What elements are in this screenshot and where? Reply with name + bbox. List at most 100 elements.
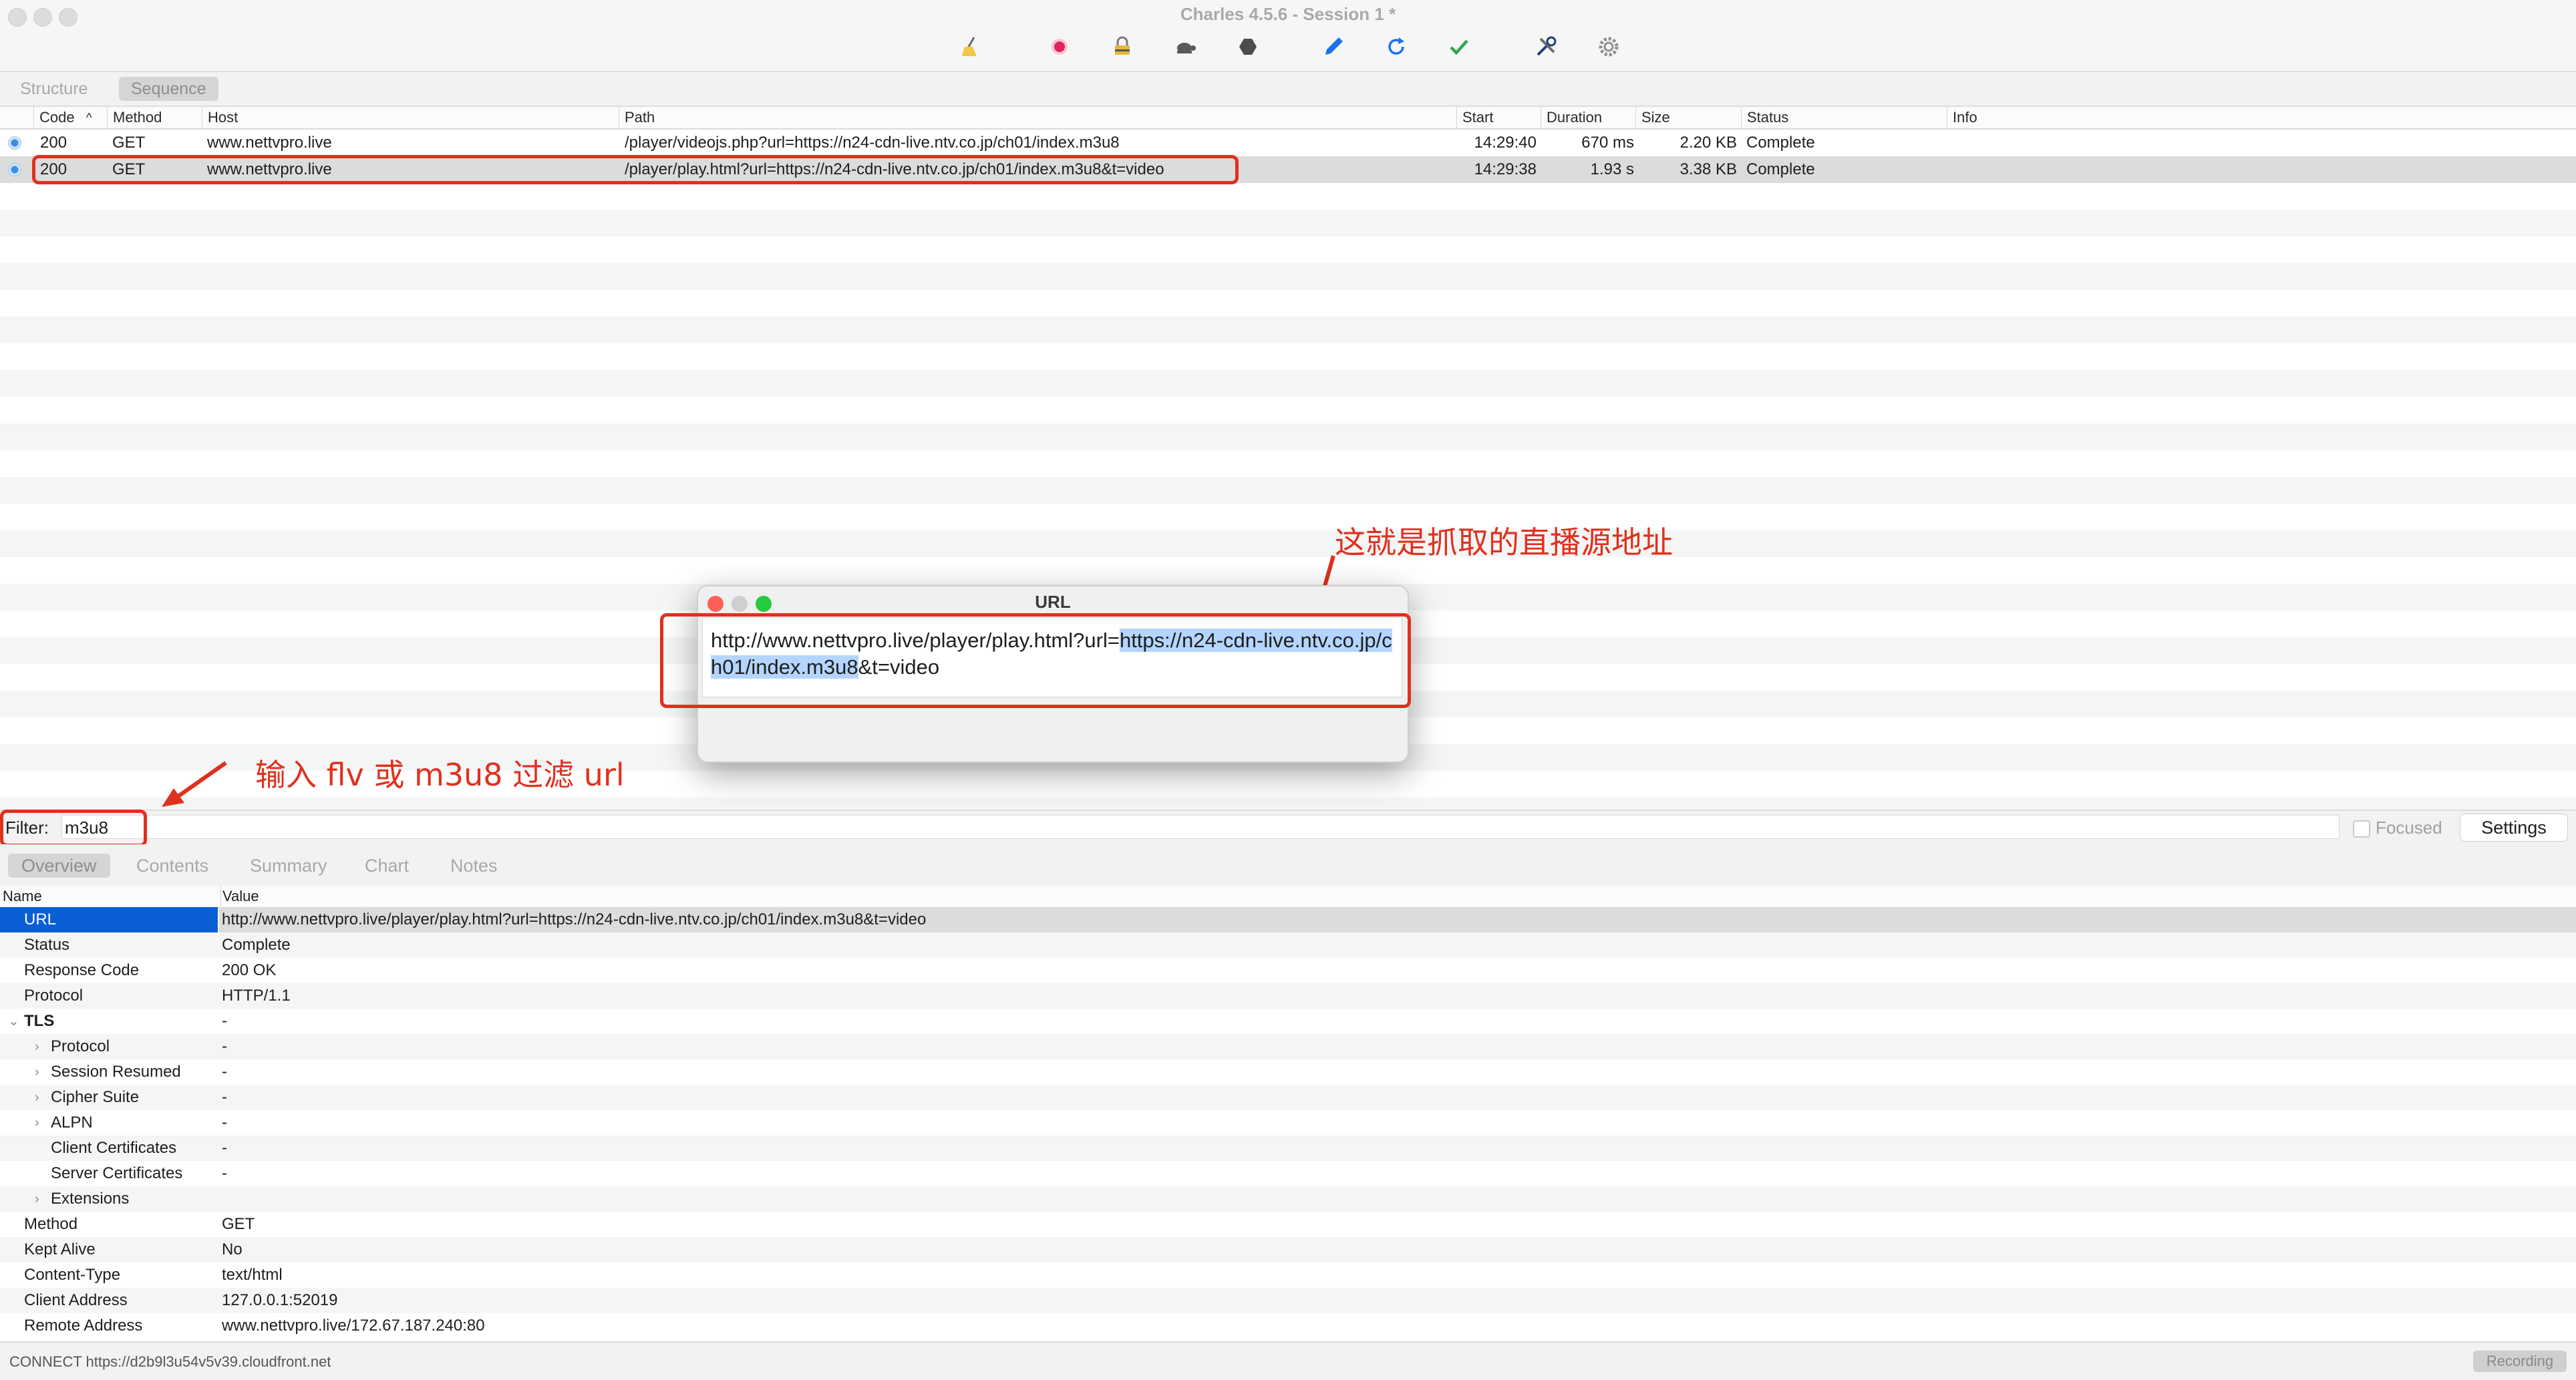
disclosure-collapsed-icon[interactable]: › xyxy=(35,1059,39,1085)
request-duration: 670 ms xyxy=(1581,134,1634,152)
settings-gear-icon[interactable] xyxy=(1597,35,1621,59)
detail-name-cell: Remote Address xyxy=(0,1313,218,1339)
tab-structure[interactable]: Structure xyxy=(8,77,100,101)
column-header-duration[interactable]: Duration xyxy=(1541,107,1638,128)
request-start: 14:29:38 xyxy=(1474,160,1537,178)
request-method: GET xyxy=(112,134,146,152)
disclosure-collapsed-icon[interactable]: › xyxy=(35,1034,39,1059)
tab-overview[interactable]: Overview xyxy=(8,854,110,878)
status-bar: CONNECT https://d2b9l3u54v5v39.cloudfron… xyxy=(0,1341,2576,1380)
detail-tabs: Overview Contents Summary Chart Notes xyxy=(0,844,2576,887)
detail-value: No xyxy=(222,1240,243,1258)
detail-name: Protocol xyxy=(51,1037,110,1055)
detail-row[interactable]: Client Address 127.0.0.1:52019 xyxy=(0,1288,2576,1313)
request-host: www.nettvpro.live xyxy=(207,134,332,152)
column-header-status[interactable]: Status xyxy=(1741,107,1955,128)
column-header-host[interactable]: Host xyxy=(202,107,621,128)
compose-pen-icon[interactable] xyxy=(1321,35,1345,59)
tools-icon[interactable] xyxy=(1534,35,1558,59)
detail-row[interactable]: › Cipher Suite - xyxy=(0,1085,2576,1110)
detail-name-cell: › Extensions xyxy=(0,1186,218,1212)
column-header-path[interactable]: Path xyxy=(619,107,1459,128)
detail-row[interactable]: › Session Resumed - xyxy=(0,1059,2576,1085)
tab-summary[interactable]: Summary xyxy=(236,854,341,878)
detail-value: - xyxy=(222,1088,227,1106)
filter-bar: Filter: m3u8 Focused Settings xyxy=(0,810,2576,846)
broom-icon[interactable] xyxy=(959,35,983,59)
detail-row[interactable]: Remote Address www.nettvpro.live/172.67.1… xyxy=(0,1313,2576,1339)
repeat-refresh-icon[interactable] xyxy=(1384,35,1408,59)
filter-highlight-box xyxy=(0,810,147,847)
detail-row[interactable]: Response Code 200 OK xyxy=(0,958,2576,983)
column-header-size[interactable]: Size xyxy=(1635,107,1744,128)
detail-name: Protocol xyxy=(24,987,84,1005)
detail-value: - xyxy=(222,1063,227,1081)
filter-hint-annotation: 输入 flv 或 m3u8 过滤 url xyxy=(255,757,625,793)
detail-value: GET xyxy=(222,1215,255,1233)
throttle-turtle-icon[interactable] xyxy=(1173,35,1197,59)
record-icon[interactable] xyxy=(1048,35,1072,59)
tab-chart[interactable]: Chart xyxy=(351,854,422,878)
tab-contents[interactable]: Contents xyxy=(123,854,222,878)
detail-row[interactable]: Client Certificates - xyxy=(0,1136,2576,1161)
detail-row[interactable]: Protocol HTTP/1.1 xyxy=(0,983,2576,1009)
column-header-start[interactable]: Start xyxy=(1456,107,1547,128)
detail-row[interactable]: URL http://www.nettvpro.live/player/play.… xyxy=(0,907,2576,932)
column-header-method[interactable]: Method xyxy=(107,107,204,128)
column-header-value[interactable]: Value xyxy=(220,886,259,907)
detail-row[interactable]: Server Certificates - xyxy=(0,1161,2576,1186)
detail-row[interactable]: › ALPN - xyxy=(0,1110,2576,1136)
request-code: 200 xyxy=(40,134,67,152)
detail-row[interactable]: ⌄ TLS - xyxy=(0,1009,2576,1034)
detail-name: Server Certificates xyxy=(51,1164,183,1182)
detail-name: TLS xyxy=(24,1012,55,1030)
detail-name: URL xyxy=(24,910,57,928)
column-header-code[interactable]: Code ^ xyxy=(33,107,107,128)
request-duration: 1.93 s xyxy=(1590,160,1634,178)
request-status: Complete xyxy=(1746,160,1815,178)
breakpoint-hexagon-icon[interactable] xyxy=(1236,35,1260,59)
filter-input[interactable]: m3u8 xyxy=(61,815,2340,839)
detail-value: text/html xyxy=(222,1266,283,1284)
ssl-lock-icon[interactable] xyxy=(1110,35,1134,59)
sort-ascending-icon: ^ xyxy=(86,111,92,124)
detail-row[interactable]: Kept Alive No xyxy=(0,1237,2576,1262)
filter-settings-button[interactable]: Settings xyxy=(2460,814,2568,842)
detail-row[interactable]: › Protocol - xyxy=(0,1034,2576,1059)
detail-row[interactable]: Status Complete xyxy=(0,932,2576,958)
detail-name-cell: › Cipher Suite xyxy=(0,1085,218,1110)
focused-checkbox[interactable] xyxy=(2353,820,2370,838)
detail-name-cell: Protocol xyxy=(0,983,218,1009)
validate-check-icon[interactable] xyxy=(1447,35,1471,59)
request-start: 14:29:40 xyxy=(1474,134,1537,152)
detail-name: Status xyxy=(24,936,70,954)
detail-name-cell: Client Address xyxy=(0,1288,218,1313)
detail-value: http://www.nettvpro.live/player/play.htm… xyxy=(219,907,2576,932)
view-tabs: Structure Sequence xyxy=(0,72,2576,107)
column-header-name[interactable]: Name xyxy=(3,886,42,907)
disclosure-collapsed-icon[interactable]: › xyxy=(35,1186,39,1212)
title-bar: Charles 4.5.6 - Session 1 * xyxy=(0,0,2576,72)
tab-notes[interactable]: Notes xyxy=(437,854,511,878)
detail-name-cell: ⌄ TLS xyxy=(0,1009,218,1034)
detail-value: Complete xyxy=(222,936,291,954)
detail-value xyxy=(219,1186,2576,1212)
detail-name-cell: Content-Type xyxy=(0,1262,218,1288)
detail-name-cell: Response Code xyxy=(0,958,218,983)
disclosure-collapsed-icon[interactable]: › xyxy=(35,1110,39,1136)
url-highlight-box xyxy=(660,613,1411,708)
record-dot xyxy=(1054,41,1065,52)
tab-sequence[interactable]: Sequence xyxy=(119,77,218,101)
request-row[interactable]: 200 GET www.nettvpro.live /player/videoj… xyxy=(0,130,2576,156)
detail-row[interactable]: Method GET xyxy=(0,1212,2576,1237)
recording-indicator[interactable]: Recording xyxy=(2473,1351,2567,1372)
disclosure-expanded-icon[interactable]: ⌄ xyxy=(8,1009,19,1034)
detail-name: Cipher Suite xyxy=(51,1088,140,1106)
disclosure-collapsed-icon[interactable]: › xyxy=(35,1085,39,1110)
detail-row[interactable]: Content-Type text/html xyxy=(0,1262,2576,1288)
column-header-info[interactable]: Info xyxy=(1947,107,2576,128)
window-title: Charles 4.5.6 - Session 1 * xyxy=(1180,4,1396,24)
detail-name-cell: Client Certificates xyxy=(0,1136,218,1161)
detail-row[interactable]: › Extensions xyxy=(0,1186,2576,1212)
detail-name: Extensions xyxy=(51,1190,130,1208)
